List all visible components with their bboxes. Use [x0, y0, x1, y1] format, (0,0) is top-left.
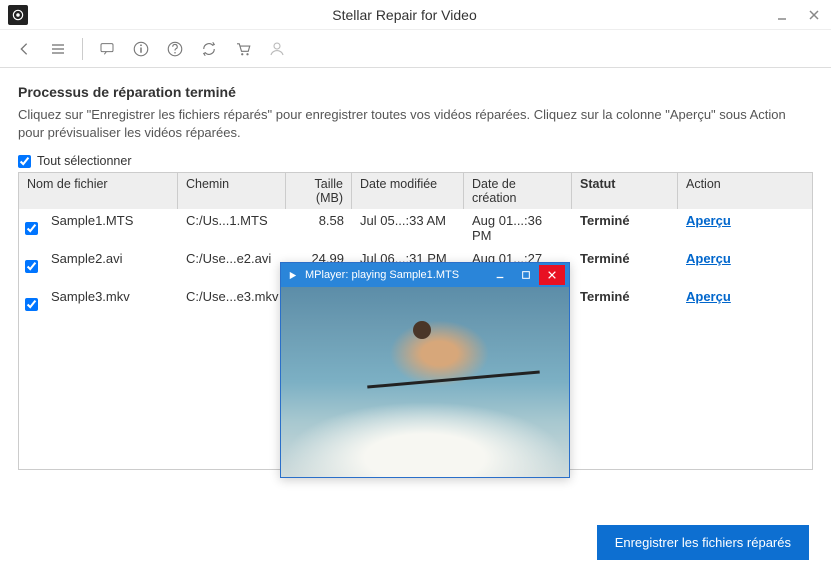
- col-filename[interactable]: Nom de fichier: [19, 173, 178, 209]
- row-checkbox[interactable]: [25, 298, 38, 311]
- cell-filename: Sample2.avi: [43, 247, 178, 285]
- cell-path: C:/Us...1.MTS: [178, 209, 286, 247]
- toolbar: [0, 30, 831, 68]
- preview-title: MPlayer: playing Sample1.MTS: [305, 269, 487, 281]
- row-checkbox[interactable]: [25, 260, 38, 273]
- toolbar-separator: [82, 38, 83, 60]
- back-icon[interactable]: [12, 37, 36, 61]
- feedback-icon[interactable]: [95, 37, 119, 61]
- footer: Enregistrer les fichiers réparés: [597, 525, 809, 560]
- app-icon: [8, 5, 28, 25]
- preview-video-frame: [281, 287, 569, 477]
- select-all-checkbox[interactable]: [18, 155, 31, 168]
- cell-modified: Jul 05...:33 AM: [352, 209, 464, 247]
- preview-app-icon: [285, 268, 299, 282]
- page-description: Cliquez sur "Enregistrer les fichiers ré…: [18, 106, 813, 142]
- cell-created: Aug 01...:36 PM: [464, 209, 572, 247]
- preview-window[interactable]: MPlayer: playing Sample1.MTS: [280, 262, 570, 478]
- page-title: Processus de réparation terminé: [18, 84, 813, 100]
- window-controls: [773, 6, 823, 24]
- cell-status: Terminé: [572, 247, 678, 285]
- cell-status: Terminé: [572, 285, 678, 323]
- select-all-row[interactable]: Tout sélectionner: [18, 154, 813, 168]
- refresh-icon[interactable]: [197, 37, 221, 61]
- col-modified[interactable]: Date modifiée: [352, 173, 464, 209]
- help-icon[interactable]: [163, 37, 187, 61]
- cell-filename: Sample3.mkv: [43, 285, 178, 323]
- select-all-label: Tout sélectionner: [37, 154, 132, 168]
- preview-link[interactable]: Aperçu: [686, 213, 731, 228]
- user-icon[interactable]: [265, 37, 289, 61]
- window-title: Stellar Repair for Video: [36, 7, 773, 23]
- minimize-button[interactable]: [773, 6, 791, 24]
- cell-filename: Sample1.MTS: [43, 209, 178, 247]
- row-checkbox[interactable]: [25, 222, 38, 235]
- col-created[interactable]: Date de création: [464, 173, 572, 209]
- menu-icon[interactable]: [46, 37, 70, 61]
- table-header: Nom de fichier Chemin Taille (MB) Date m…: [19, 173, 812, 209]
- cell-path: C:/Use...e2.avi: [178, 247, 286, 285]
- table-row: Sample1.MTS C:/Us...1.MTS 8.58 Jul 05...…: [19, 209, 812, 247]
- save-repaired-button[interactable]: Enregistrer les fichiers réparés: [597, 525, 809, 560]
- preview-close-button[interactable]: [539, 265, 565, 285]
- col-action[interactable]: Action: [678, 173, 812, 209]
- preview-link[interactable]: Aperçu: [686, 289, 731, 304]
- preview-maximize-button[interactable]: [513, 265, 539, 285]
- col-status[interactable]: Statut: [572, 173, 678, 209]
- info-icon[interactable]: [129, 37, 153, 61]
- cell-size: 8.58: [286, 209, 352, 247]
- col-path[interactable]: Chemin: [178, 173, 286, 209]
- close-button[interactable]: [805, 6, 823, 24]
- col-size[interactable]: Taille (MB): [286, 173, 352, 209]
- cart-icon[interactable]: [231, 37, 255, 61]
- preview-minimize-button[interactable]: [487, 265, 513, 285]
- preview-titlebar[interactable]: MPlayer: playing Sample1.MTS: [281, 263, 569, 287]
- cell-status: Terminé: [572, 209, 678, 247]
- preview-link[interactable]: Aperçu: [686, 251, 731, 266]
- cell-path: C:/Use...e3.mkv: [178, 285, 286, 323]
- titlebar: Stellar Repair for Video: [0, 0, 831, 30]
